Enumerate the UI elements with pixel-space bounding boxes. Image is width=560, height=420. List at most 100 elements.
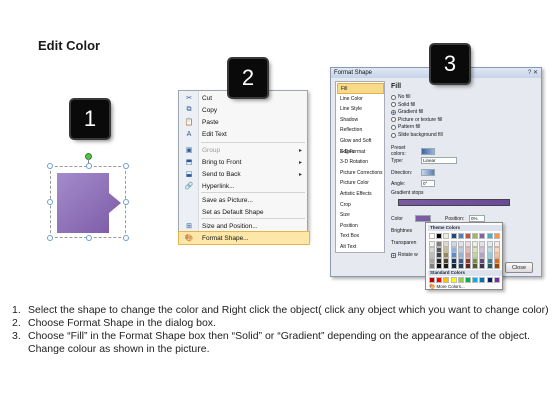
category-item[interactable]: 3-D Format bbox=[337, 147, 384, 158]
color-swatch[interactable] bbox=[450, 263, 457, 270]
radio-button[interactable] bbox=[391, 94, 396, 100]
color-swatch[interactable] bbox=[436, 277, 443, 283]
category-item[interactable]: Line Color bbox=[337, 94, 384, 105]
stop-color-row: Color Position: 0% bbox=[391, 215, 485, 222]
color-swatch[interactable] bbox=[472, 263, 479, 270]
radio-button[interactable] bbox=[391, 109, 396, 115]
menu-separator bbox=[201, 192, 305, 193]
selected-shape-frame[interactable] bbox=[47, 153, 129, 241]
resize-handle[interactable] bbox=[86, 163, 92, 169]
category-item[interactable]: Artistic Effects bbox=[337, 189, 384, 200]
radio-button[interactable] bbox=[391, 124, 396, 130]
context-menu-item-label: Size and Position... bbox=[202, 222, 258, 230]
resize-handle[interactable] bbox=[123, 163, 129, 169]
more-colors-item[interactable]: 🎨 More Colors... bbox=[429, 284, 465, 290]
category-item[interactable]: Size bbox=[337, 210, 384, 221]
category-item[interactable]: Text Box bbox=[337, 231, 384, 242]
context-menu-item[interactable]: 📋 Paste bbox=[179, 116, 309, 128]
resize-handle[interactable] bbox=[47, 199, 53, 205]
resize-handle[interactable] bbox=[86, 235, 92, 241]
fill-option[interactable]: Slide background fill bbox=[391, 132, 443, 138]
resize-handle[interactable] bbox=[123, 235, 129, 241]
fill-option-label: Solid fill bbox=[398, 101, 416, 108]
category-item[interactable]: Picture Corrections bbox=[337, 168, 384, 179]
color-swatch[interactable] bbox=[436, 263, 443, 270]
fill-option[interactable]: Solid fill bbox=[391, 102, 415, 108]
category-item[interactable]: Glow and Soft Edges bbox=[337, 136, 384, 155]
stop-color-button[interactable] bbox=[415, 215, 431, 222]
resize-handle[interactable] bbox=[47, 163, 53, 169]
close-button[interactable]: Close bbox=[505, 262, 533, 273]
color-swatch[interactable] bbox=[465, 233, 471, 239]
type-row: Type: Linear bbox=[391, 157, 457, 164]
resize-handle[interactable] bbox=[47, 235, 53, 241]
position-label: Position: bbox=[445, 215, 465, 222]
color-swatch[interactable] bbox=[450, 277, 457, 283]
fill-option[interactable]: Pattern fill bbox=[391, 124, 420, 130]
context-menu-item[interactable]: ⬒ Bring to Front ▸ bbox=[179, 156, 309, 168]
radio-button[interactable] bbox=[391, 102, 396, 108]
category-item[interactable]: 3-D Rotation bbox=[337, 157, 384, 168]
context-menu-item[interactable]: ⧉ Copy bbox=[179, 104, 309, 116]
category-item[interactable]: Reflection bbox=[337, 125, 384, 136]
category-item[interactable]: Fill bbox=[337, 83, 384, 94]
arrow-shape[interactable] bbox=[51, 167, 127, 239]
type-dropdown[interactable]: Linear bbox=[421, 157, 457, 164]
context-menu-item[interactable]: 🔗 Hyperlink... bbox=[179, 180, 309, 192]
context-menu-item[interactable]: ⊞ Size and Position... bbox=[179, 220, 309, 232]
rotate-checkbox[interactable] bbox=[391, 252, 396, 258]
color-swatch[interactable] bbox=[429, 233, 435, 239]
category-item[interactable]: Position bbox=[337, 221, 384, 232]
color-swatch[interactable] bbox=[486, 233, 493, 239]
position-input[interactable]: 0% bbox=[469, 215, 485, 222]
color-swatch[interactable] bbox=[493, 263, 500, 270]
color-swatch[interactable] bbox=[443, 277, 450, 283]
category-list: Fill Line Color Line Style Shadow Reflection… bbox=[335, 81, 385, 253]
context-menu-item[interactable]: 🎨 Format Shape... bbox=[178, 231, 310, 245]
color-swatch[interactable] bbox=[436, 233, 443, 239]
context-menu-item[interactable]: Set as Default Shape bbox=[179, 206, 309, 218]
fill-option[interactable]: No fill bbox=[391, 94, 411, 100]
category-item[interactable]: Picture Color bbox=[337, 178, 384, 189]
gradient-stops-slider[interactable] bbox=[398, 199, 510, 206]
category-item[interactable]: Alt Text bbox=[337, 242, 384, 253]
color-swatch[interactable] bbox=[479, 263, 486, 270]
context-menu-item[interactable]: Save as Picture... bbox=[179, 194, 309, 206]
category-item[interactable]: Line Style bbox=[337, 104, 384, 115]
fill-option[interactable]: Gradient fill bbox=[391, 109, 423, 115]
category-item[interactable]: Crop bbox=[337, 200, 384, 211]
dialog-window-buttons[interactable]: ? ✕ bbox=[528, 69, 538, 76]
direction-dropdown[interactable] bbox=[421, 169, 435, 176]
color-swatch[interactable] bbox=[486, 277, 493, 283]
color-swatch[interactable] bbox=[493, 277, 500, 283]
color-swatch[interactable] bbox=[486, 263, 493, 270]
color-swatch[interactable] bbox=[429, 263, 435, 270]
context-menu-item-label: Hyperlink... bbox=[202, 182, 235, 190]
color-swatch[interactable] bbox=[479, 277, 486, 283]
color-swatch[interactable] bbox=[457, 263, 464, 270]
color-swatch[interactable] bbox=[465, 263, 471, 270]
radio-button[interactable] bbox=[391, 132, 396, 138]
context-menu-item[interactable]: ▣ Group ▸ bbox=[179, 144, 309, 156]
angle-input[interactable]: 0° bbox=[421, 180, 435, 187]
color-swatch[interactable] bbox=[443, 263, 450, 270]
color-swatch[interactable] bbox=[465, 277, 471, 283]
color-swatch[interactable] bbox=[429, 277, 435, 283]
resize-handle[interactable] bbox=[123, 199, 129, 205]
color-swatch[interactable] bbox=[472, 233, 479, 239]
color-swatch[interactable] bbox=[443, 233, 450, 239]
group-icon: ▣ bbox=[185, 147, 193, 154]
context-menu-item[interactable]: A Edit Text bbox=[179, 128, 309, 140]
radio-button[interactable] bbox=[391, 117, 396, 123]
color-swatch[interactable] bbox=[472, 277, 479, 283]
preset-colors-dropdown[interactable] bbox=[421, 147, 435, 155]
context-menu-item[interactable]: ⬓ Send to Back ▸ bbox=[179, 168, 309, 180]
color-swatch[interactable] bbox=[479, 233, 486, 239]
color-swatch[interactable] bbox=[457, 277, 464, 283]
color-swatch[interactable] bbox=[450, 233, 457, 239]
fill-option[interactable]: Picture or texture fill bbox=[391, 117, 442, 123]
color-swatch[interactable] bbox=[457, 233, 464, 239]
category-item[interactable]: Shadow bbox=[337, 115, 384, 126]
color-swatch[interactable] bbox=[493, 233, 500, 239]
transparency-label: Transparen bbox=[391, 240, 417, 246]
